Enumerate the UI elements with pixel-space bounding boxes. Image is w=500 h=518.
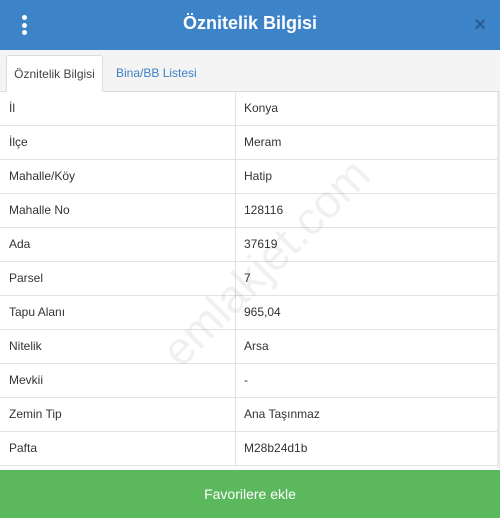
row-value: Konya [244,101,279,115]
table-row: Mahalle No 128116 [0,194,497,228]
row-key: Mahalle No [0,194,236,227]
table-row: Tapu Alanı 965,04 [0,296,497,330]
row-value: M28b24d1b [244,441,308,455]
row-key: İl [0,92,236,125]
row-key: Mahalle/Köy [0,160,236,193]
row-key: Tapu Alanı [0,296,236,329]
row-value: 7 [244,271,251,285]
row-value: 128116 [244,203,284,217]
table-row: Ada 37619 [0,228,497,262]
row-key: İlçe [0,126,236,159]
row-value: Meram [244,135,282,149]
tab-bar: Öznitelik Bilgisi Bina/BB Listesi [0,50,500,92]
table-row: Nitelik Arsa [0,330,497,364]
row-key: Ada [0,228,236,261]
table-row: Parsel 7 [0,262,497,296]
row-value: 37619 [244,237,278,251]
tab-oznitelik-bilgisi[interactable]: Öznitelik Bilgisi [6,55,103,92]
header-bar: Öznitelik Bilgisi × [0,0,500,50]
table-row: İlçe Meram [0,126,497,160]
row-value: 965,04 [244,305,281,319]
row-value: Hatip [244,169,273,183]
row-value: Ana Taşınmaz [244,407,320,421]
tab-bina-bb-listesi[interactable]: Bina/BB Listesi [106,55,207,92]
add-to-favorites-button[interactable]: Favorilere ekle [0,470,500,518]
table-row: Mahalle/Köy Hatip [0,160,497,194]
row-key: Parsel [0,262,236,295]
row-value: - [244,373,248,387]
row-key: Nitelik [0,330,236,363]
row-key: Pafta [0,432,236,465]
row-key: Mevkii [0,364,236,397]
page-title: Öznitelik Bilgisi [182,13,318,33]
table-row: İl Konya [0,92,497,126]
row-key: Zemin Tip [0,398,236,431]
close-icon[interactable]: × [474,14,486,36]
table-row: Mevkii - [0,364,497,398]
table-row: Zemin Tip Ana Taşınmaz [0,398,497,432]
table-row: Pafta M28b24d1b [0,432,497,466]
row-value: Arsa [244,339,269,353]
attribute-table: İl Konya İlçe Meram Mahalle/Köy Hatip Ma… [0,92,497,466]
